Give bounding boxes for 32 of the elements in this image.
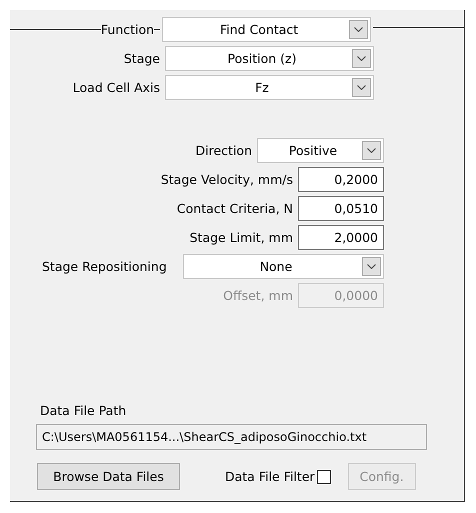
dropdown[interactable]: Positive: [257, 138, 384, 163]
path-field[interactable]: C:\Users\MA0561154...\ShearCS_adiposoGinocchio.txt: [36, 424, 427, 450]
chevron-down-icon: [367, 148, 376, 153]
checkbox[interactable]: [316, 470, 331, 484]
field-label: Stage: [122, 51, 160, 66]
number-field[interactable]: 0,0510: [298, 196, 384, 221]
dropdown[interactable]: Fz: [165, 75, 374, 100]
dropdown-arrow-button[interactable]: [349, 20, 368, 39]
chevron-down-icon: [354, 27, 364, 32]
chevron-down-icon: [357, 56, 366, 61]
checkbox-label: Data File Filter: [225, 469, 315, 484]
dropdown[interactable]: Find Contact: [162, 17, 372, 42]
field-label: Load Cell Axis: [72, 80, 160, 95]
browse-button[interactable]: Browse Data Files: [37, 463, 180, 490]
dropdown-arrow-button[interactable]: [362, 257, 381, 276]
field-label: Stage Limit, mm: [190, 230, 293, 245]
dropdown[interactable]: None: [183, 254, 384, 279]
dropdown-arrow-button[interactable]: [352, 49, 371, 68]
dropdown[interactable]: Position (z): [165, 46, 374, 71]
dropdown-arrow-button[interactable]: [352, 78, 371, 97]
field-label: Stage Repositioning: [42, 259, 168, 274]
group-title: Function: [100, 22, 154, 37]
chevron-down-icon: [357, 85, 366, 90]
field-label: Stage Velocity, mm/s: [160, 172, 293, 187]
chevron-down-icon: [367, 264, 376, 269]
field-label: Offset, mm: [223, 288, 293, 303]
field-label: Contact Criteria, N: [176, 201, 293, 216]
field-label: Direction: [196, 143, 252, 158]
number-field[interactable]: 0,2000: [298, 167, 384, 192]
dropdown-arrow-button[interactable]: [362, 141, 381, 160]
field-label: Data File Path: [40, 403, 128, 418]
number-field[interactable]: 2,0000: [298, 225, 384, 250]
